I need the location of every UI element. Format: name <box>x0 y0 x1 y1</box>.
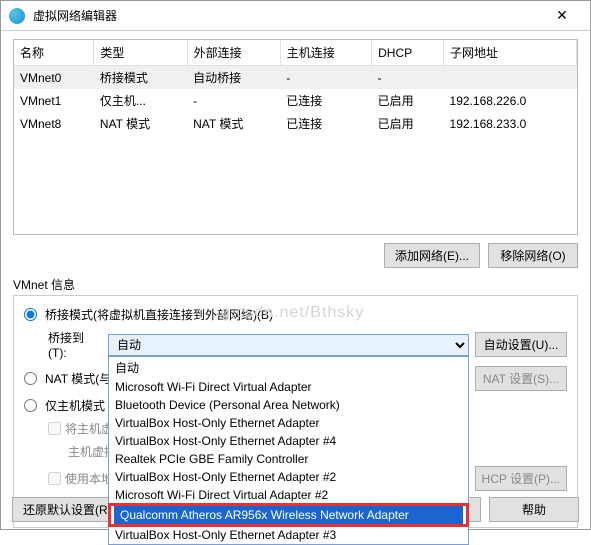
close-icon[interactable]: ✕ <box>542 7 582 24</box>
nat-radio-label: NAT 模式(与 <box>45 370 111 387</box>
cell-dhcp: - <box>372 66 444 90</box>
nat-radio[interactable] <box>24 372 37 385</box>
dropdown-option[interactable]: VirtualBox Host-Only Ethernet Adapter #4 <box>109 432 468 450</box>
use-local-label: 使用本地 <box>65 470 113 487</box>
cell-subnet: 192.168.233.0 <box>444 112 577 135</box>
bridge-to-row: 桥接到(T): 自动 自动Microsoft Wi-Fi Direct Virt… <box>48 329 567 360</box>
bridge-select[interactable]: 自动 <box>108 334 469 356</box>
dropdown-option[interactable]: Microsoft Wi-Fi Direct Virtual Adapter <box>109 378 468 396</box>
cell-ext: 自动桥接 <box>187 66 280 90</box>
table-buttons: 添加网络(E)... 移除网络(O) <box>13 243 578 268</box>
help-button[interactable]: 帮助 <box>489 497 579 522</box>
cell-name: VMnet8 <box>14 112 94 135</box>
col-header[interactable]: 类型 <box>94 40 187 66</box>
cell-subnet <box>444 66 577 90</box>
cell-type: 仅主机... <box>94 89 187 112</box>
remove-network-button[interactable]: 移除网络(O) <box>488 243 578 268</box>
cell-host: 已连接 <box>280 89 371 112</box>
bridge-radio-row[interactable]: 桥接模式(将虚拟机直接连接到外部网络)(B) <box>24 306 567 323</box>
col-header[interactable]: DHCP <box>372 40 444 66</box>
cell-subnet: 192.168.226.0 <box>444 89 577 112</box>
dhcp-settings-button: HCP 设置(P)... <box>475 466 567 491</box>
hostonly-radio[interactable] <box>24 399 37 412</box>
cell-name: VMnet1 <box>14 89 94 112</box>
cell-type: NAT 模式 <box>94 112 187 135</box>
vmnet-group: 桥接模式(将虚拟机直接连接到外部网络)(B) 桥接到(T): 自动 自动Micr… <box>13 295 578 528</box>
dropdown-option[interactable]: Bluetooth Device (Personal Area Network) <box>109 396 468 414</box>
bridge-to-label: 桥接到(T): <box>48 329 102 360</box>
cell-ext: - <box>187 89 280 112</box>
auto-settings-button[interactable]: 自动设置(U)... <box>475 332 567 357</box>
dropdown-option[interactable]: 自动 <box>109 357 468 378</box>
titlebar: 虚拟网络编辑器 ✕ <box>1 1 590 31</box>
vmnet-table: 名称类型外部连接主机连接DHCP子网地址 VMnet0桥接模式自动桥接--VMn… <box>13 39 578 235</box>
vmnet-group-label: VMnet 信息 <box>13 276 578 293</box>
cell-dhcp: 已启用 <box>372 89 444 112</box>
bridge-radio-label: 桥接模式(将虚拟机直接连接到外部网络)(B) <box>45 306 273 323</box>
window-title: 虚拟网络编辑器 <box>33 7 542 24</box>
table-row[interactable]: VMnet0桥接模式自动桥接-- <box>14 66 577 90</box>
table-row[interactable]: VMnet8NAT 模式NAT 模式已连接已启用192.168.233.0 <box>14 112 577 135</box>
use-local-checkbox <box>48 472 61 485</box>
dropdown-option[interactable]: Qualcomm Atheros AR956x Wireless Network… <box>108 503 469 527</box>
dropdown-option[interactable]: Microsoft Wi-Fi Direct Virtual Adapter #… <box>109 486 468 504</box>
content: 名称类型外部连接主机连接DHCP子网地址 VMnet0桥接模式自动桥接--VMn… <box>1 31 590 536</box>
col-header[interactable]: 主机连接 <box>280 40 371 66</box>
dropdown-option[interactable]: VirtualBox Host-Only Ethernet Adapter #2 <box>109 468 468 486</box>
dropdown-option[interactable]: VirtualBox Host-Only Ethernet Adapter #3 <box>109 526 468 544</box>
restore-defaults-button[interactable]: 还原默认设置(R) <box>12 497 123 522</box>
dropdown-option[interactable]: VirtualBox Host-Only Ethernet Adapter <box>109 414 468 432</box>
col-header[interactable]: 名称 <box>14 40 94 66</box>
cell-type: 桥接模式 <box>94 66 187 90</box>
hostonly-radio-label: 仅主机模式 <box>45 397 105 414</box>
col-header[interactable]: 子网地址 <box>444 40 577 66</box>
cell-dhcp: 已启用 <box>372 112 444 135</box>
dropdown-option[interactable]: Realtek PCIe GBE Family Controller <box>109 450 468 468</box>
bridge-select-wrap: 自动 自动Microsoft Wi-Fi Direct Virtual Adap… <box>108 334 469 356</box>
cell-name: VMnet0 <box>14 66 94 90</box>
cell-ext: NAT 模式 <box>187 112 280 135</box>
cell-host: - <box>280 66 371 90</box>
bridge-radio[interactable] <box>24 308 37 321</box>
bridge-dropdown-panel[interactable]: 自动Microsoft Wi-Fi Direct Virtual Adapter… <box>108 356 469 545</box>
connect-host-checkbox <box>48 422 61 435</box>
add-network-button[interactable]: 添加网络(E)... <box>384 243 480 268</box>
col-header[interactable]: 外部连接 <box>187 40 280 66</box>
nat-settings-button: NAT 设置(S)... <box>475 366 567 391</box>
app-icon <box>9 8 25 24</box>
cell-host: 已连接 <box>280 112 371 135</box>
table-row[interactable]: VMnet1仅主机...-已连接已启用192.168.226.0 <box>14 89 577 112</box>
